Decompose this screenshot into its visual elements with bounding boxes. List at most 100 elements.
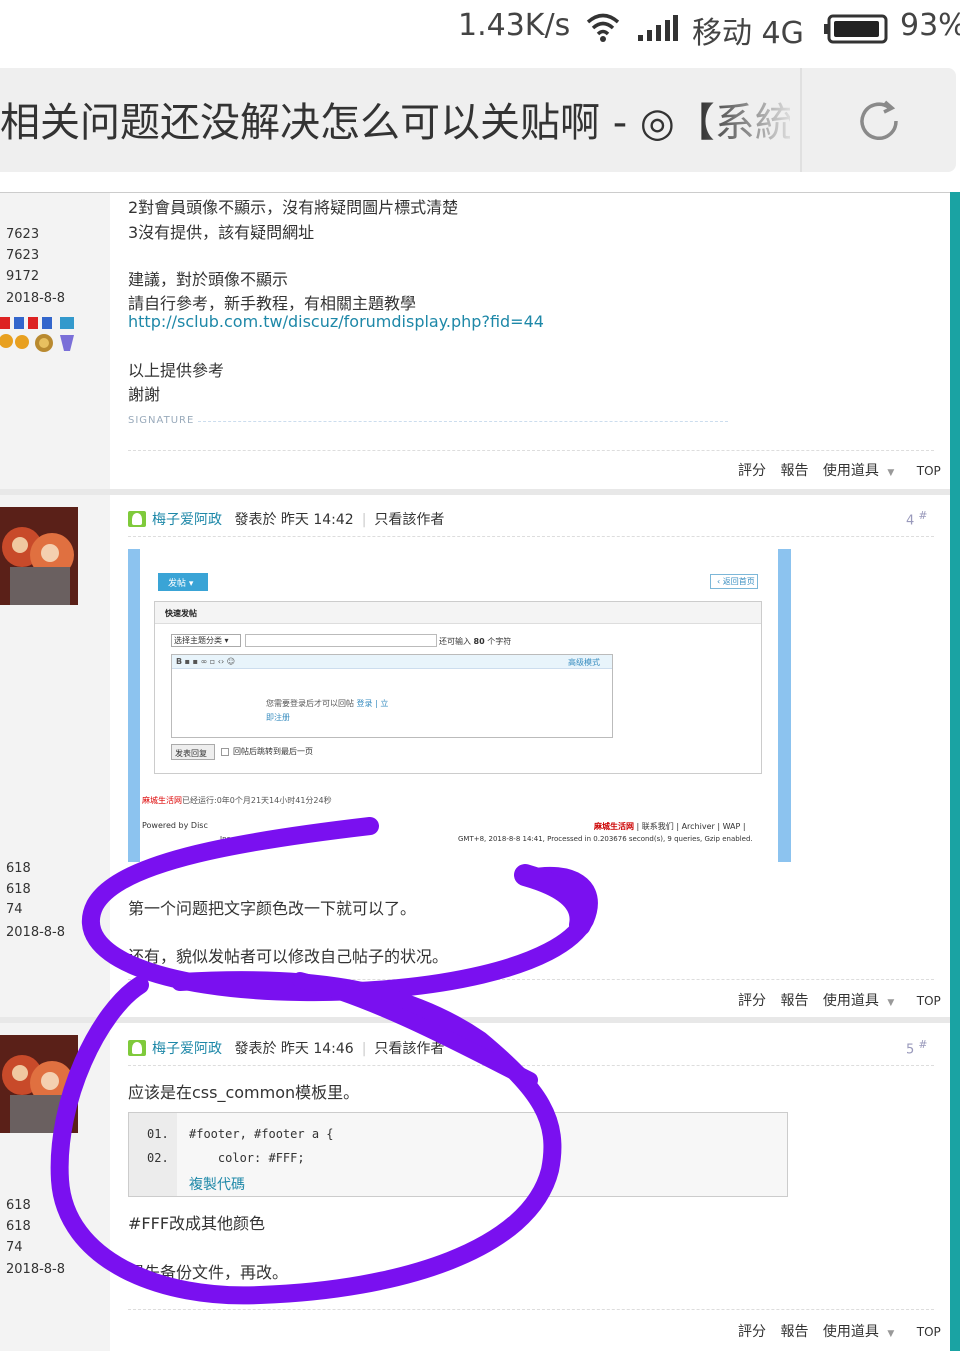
post2-author-column: 618 618 74 2018-8-8 xyxy=(0,495,110,1017)
floor-number[interactable]: 5 # xyxy=(906,1038,928,1057)
medals-icon xyxy=(0,317,80,359)
post-separator xyxy=(0,1017,950,1023)
rate-button[interactable]: 評分 xyxy=(738,463,766,479)
editor-toolbar: B ▪ ▪ ∞ ▫ ‹› ☺ xyxy=(172,655,612,669)
post1-author-column: 7623 7623 9172 2018-8-8 xyxy=(0,193,110,489)
join-date: 2018-8-8 xyxy=(6,925,66,940)
stat-value: 618 xyxy=(6,882,31,897)
divider xyxy=(128,1309,934,1310)
divider xyxy=(128,536,934,537)
online-status-icon xyxy=(128,1040,146,1056)
tools-button[interactable]: 使用道具 xyxy=(823,993,879,1009)
code-line: #footer, #footer a { xyxy=(189,1127,334,1141)
stat-value: 618 xyxy=(6,861,31,876)
avatar[interactable] xyxy=(0,1035,78,1133)
report-button[interactable]: 報告 xyxy=(780,1324,808,1340)
category-select: 选择主题分类 ▾ xyxy=(171,634,241,647)
jump-checkbox xyxy=(221,748,229,756)
submit-reply-button: 发表回复 xyxy=(171,744,215,760)
scrollbar[interactable] xyxy=(950,192,960,1351)
address-bar[interactable]: 相关问题还没解决怎么可以关贴啊 - ◎【系統問 xyxy=(0,68,956,172)
report-button[interactable]: 報告 xyxy=(780,463,808,479)
post-actions: 評分 報告 使用道具 ▼ TOP xyxy=(738,460,950,480)
copy-code-link[interactable]: 複製代碼 xyxy=(189,1174,245,1194)
post-text-line: 2對會員頭像不顯示，沒有將疑問圖片標式清楚 xyxy=(128,198,459,217)
floor-number[interactable]: 4 # xyxy=(906,509,928,528)
category-select-label: 选择主题分类 xyxy=(174,636,222,645)
top-button[interactable]: TOP xyxy=(917,1325,941,1339)
divider xyxy=(128,1065,934,1066)
post-text-line: 以上提供參考 xyxy=(128,361,225,380)
stat-value: 74 xyxy=(6,1240,23,1255)
page-title[interactable]: 相关问题还没解决怎么可以关贴啊 - ◎【系統問 xyxy=(0,90,790,148)
wifi-icon xyxy=(586,12,620,50)
line-number: 02. xyxy=(147,1151,169,1165)
copyright: Inc. xyxy=(220,835,233,843)
screenshot-edge xyxy=(778,549,791,862)
jump-checkbox-label: 回帖后跳转到最后一页 xyxy=(233,747,313,756)
remain-count: 80 xyxy=(473,637,485,646)
forum-link[interactable]: http://sclub.com.tw/discuz/forumdisplay.… xyxy=(128,312,544,331)
top-button[interactable]: TOP xyxy=(917,464,941,478)
floor-value: 4 xyxy=(906,513,915,529)
floor-value: 5 xyxy=(906,1042,915,1058)
title-fade xyxy=(700,68,800,172)
processed-info: GMT+8, 2018-8-8 14:41, Processed in 0.20… xyxy=(458,835,753,843)
code-block: 01. 02. #footer, #footer a { color: #FFF… xyxy=(128,1112,788,1197)
top-button[interactable]: TOP xyxy=(917,994,941,1008)
status-bar: 1.43K/s 移动 4G 93% xyxy=(0,0,960,60)
register-link-part: 立 xyxy=(380,699,389,708)
footer-links: 麻城生活网 | 联系我们 | Archiver | WAP | xyxy=(594,822,746,831)
post-actions: 評分 報告 使用道具 ▼ TOP xyxy=(738,990,950,1010)
site-runtime: 麻城生活网已经运行:0年0个月21天14小时41分24秒 xyxy=(142,795,332,806)
caret-down-icon: ▼ xyxy=(887,998,895,1008)
join-date: 2018-8-8 xyxy=(6,291,66,306)
tools-button[interactable]: 使用道具 xyxy=(823,463,879,479)
signature-divider xyxy=(198,421,728,422)
rate-button[interactable]: 評分 xyxy=(738,993,766,1009)
forum-thread: 7623 7623 9172 2018-8-8 2對會員頭像不顯示，沒有將疑問圖… xyxy=(0,192,950,1351)
home-button: ‹ 返回首页 xyxy=(710,574,758,589)
divider xyxy=(800,68,802,172)
signature-label: SIGNATURE xyxy=(128,415,728,426)
rate-button[interactable]: 評分 xyxy=(738,1324,766,1340)
floor-mark: # xyxy=(918,1038,928,1051)
floor-mark: # xyxy=(918,509,928,522)
advanced-mode-link: 高级模式 xyxy=(568,658,600,667)
register-link: 即注册 xyxy=(266,713,290,722)
tools-button[interactable]: 使用道具 xyxy=(823,1324,879,1340)
attached-screenshot[interactable]: 发帖 ▾ ‹ 返回首页 快速发帖 选择主题分类 ▾ 还可输入 80 个字符 B … xyxy=(128,549,791,862)
author-link[interactable]: 梅子爱阿政 xyxy=(152,1041,222,1057)
runtime-text: 已经运行:0年0个月21天14小时41分24秒 xyxy=(182,796,332,805)
post-text-line: 得先备份文件，再改。 xyxy=(128,1263,289,1282)
post-time: 發表於 昨天 14:46 xyxy=(234,1041,354,1057)
report-button[interactable]: 報告 xyxy=(780,993,808,1009)
reload-icon[interactable] xyxy=(856,98,902,144)
only-author-link[interactable]: 只看該作者 xyxy=(374,1041,444,1057)
post-text-line: #FFF改成其他颜色 xyxy=(128,1214,266,1233)
stat-value: 74 xyxy=(6,902,23,917)
post-header: 梅子爱阿政 發表於 昨天 14:42 | 只看該作者 xyxy=(128,509,444,529)
stat-value: 7623 xyxy=(6,227,40,242)
caret-down-icon: ▼ xyxy=(887,1329,895,1339)
post-text-line: 請自行參考，新手教程，有相關主題教學 xyxy=(128,294,417,313)
stat-value: 618 xyxy=(6,1198,31,1213)
login-link: 登录 xyxy=(356,699,373,708)
avatar[interactable] xyxy=(0,507,78,605)
separator: | xyxy=(361,1041,367,1057)
battery-percent: 93% xyxy=(900,8,960,43)
stat-value: 618 xyxy=(6,1219,31,1234)
only-author-link[interactable]: 只看該作者 xyxy=(374,512,444,528)
home-label: 返回首页 xyxy=(722,577,755,586)
battery-icon xyxy=(824,14,888,52)
post-header: 梅子爱阿政 發表於 昨天 14:46 | 只看該作者 xyxy=(128,1038,444,1058)
quick-post-panel: 快速发帖 选择主题分类 ▾ 还可输入 80 个字符 B ▪ ▪ ∞ ▫ ‹› ☺… xyxy=(154,601,762,774)
author-link[interactable]: 梅子爱阿政 xyxy=(152,512,222,528)
remain-prefix: 还可输入 xyxy=(439,637,471,646)
caret-down-icon: ▼ xyxy=(887,468,895,478)
reply-editor: B ▪ ▪ ∞ ▫ ‹› ☺ 高级模式 您需要登录后才可以回帖 登录 | 立即注… xyxy=(171,654,613,738)
post-text-line: 还有，貌似发帖者可以修改自己帖子的状况。 xyxy=(128,947,449,966)
code-line: color: #FFF; xyxy=(189,1151,305,1165)
divider xyxy=(128,450,934,451)
separator: | xyxy=(361,512,367,528)
